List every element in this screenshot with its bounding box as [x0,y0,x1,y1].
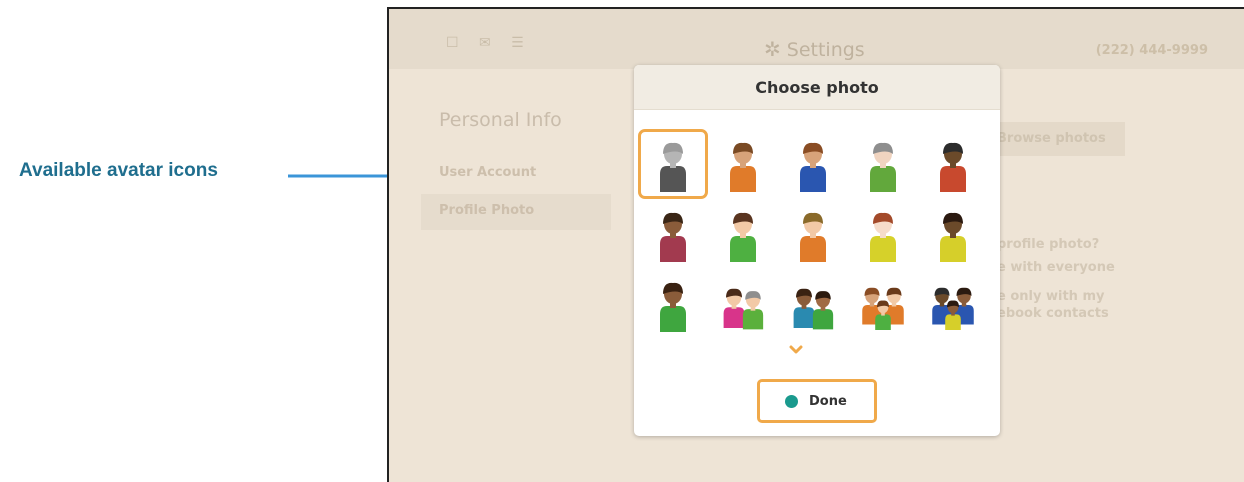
avatar-brown-hair-orange-shirt-icon [730,142,756,192]
avatar-brown-skin-maroon-shirt-icon [660,212,686,262]
avatar-option[interactable] [778,129,848,199]
avatar-woman-red-hair-yellow-shirt-icon [870,212,896,262]
avatar-option[interactable] [638,199,708,269]
avatar-option[interactable] [778,269,848,339]
avatar-family-orange-icon [862,287,904,330]
default-gray-avatar-icon [660,142,686,192]
done-button[interactable]: Done [757,379,877,423]
avatar-option[interactable] [848,269,918,339]
dialog-title: Choose photo [755,78,879,97]
chevron-down-icon[interactable] [789,343,803,357]
avatar-family-blue-yellow-icon [932,287,974,330]
status-icons: ☐ ✉ ☰ [446,35,532,51]
avatar-option[interactable] [638,269,708,339]
choose-photo-dialog: Choose photo Done [634,65,1000,436]
done-dot-icon [785,395,798,408]
avatar-option[interactable] [708,129,778,199]
avatar-option[interactable] [848,199,918,269]
avatar-option[interactable] [918,129,988,199]
avatar-option[interactable] [848,129,918,199]
phone-number: (222) 444-9999 [1095,43,1208,58]
avatar-option[interactable] [918,269,988,339]
browse-photos-button[interactable]: Browse photos [987,122,1125,156]
avatar-option[interactable] [918,199,988,269]
avatar-woman-green-shirt-icon [730,212,756,262]
avatar-brown-woman-green-shirt-icon [660,282,686,332]
top-bar: ☐ ✉ ☰ ✲ Settings (222) 444-9999 [389,9,1244,69]
avatar-couple-blue-green-icon [793,288,834,330]
avatar-woman-ponytail-orange-shirt-icon [800,212,826,262]
privacy-option-everyone[interactable]: e with everyone [997,260,1115,275]
avatar-dark-skin-red-shirt-icon [940,142,966,192]
avatar-option[interactable] [708,269,778,339]
personal-info-heading: Personal Info [439,109,562,131]
avatar-option[interactable] [778,199,848,269]
app-screen: ☐ ✉ ☰ ✲ Settings (222) 444-9999 Personal … [387,7,1244,482]
callout-label: Available avatar icons [19,160,218,181]
dialog-header: Choose photo [634,65,1000,110]
avatar-brown-hair-blue-shirt-icon [800,142,826,192]
settings-title: ✲ Settings [764,37,865,61]
privacy-question: profile photo? [997,237,1100,252]
gear-icon: ✲ [764,37,781,61]
avatar-gray-hair-green-shirt-icon [870,142,896,192]
privacy-option-contacts-line1[interactable]: e only with my [997,289,1104,304]
done-label: Done [809,394,847,409]
privacy-option-contacts-line2: ebook contacts [997,306,1109,321]
avatar-option[interactable] [708,199,778,269]
avatar-couple-pink-green-icon [723,288,764,330]
avatar-option[interactable] [638,129,708,199]
sidebar-item-profile-photo[interactable]: Profile Photo [421,194,611,230]
avatar-dark-skin-woman-yellow-shirt-icon [940,212,966,262]
sidebar-item-user-account[interactable]: User Account [439,165,536,180]
